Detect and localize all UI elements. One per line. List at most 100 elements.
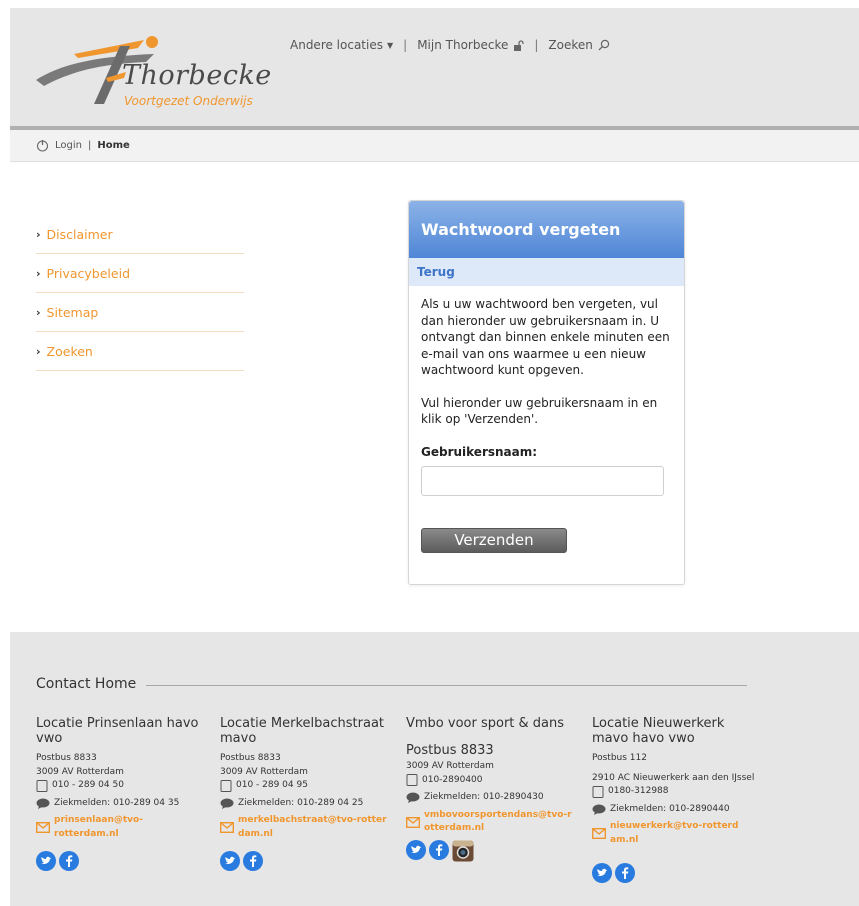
location-sport-dans: Vmbo voor sport & dans Postbus 8833 3009… bbox=[406, 716, 576, 867]
phone-row: 010 - 289 04 50 bbox=[36, 779, 206, 793]
social-links bbox=[220, 851, 390, 877]
unlock-icon bbox=[514, 39, 524, 51]
location-email[interactable]: vmbovoorsportendans@tvo-rotterdam.nl bbox=[424, 809, 576, 836]
phone-icon bbox=[592, 785, 604, 798]
my-thorbecke-label: Mijn Thorbecke bbox=[417, 38, 509, 52]
breadcrumb: Login | Home bbox=[10, 130, 859, 162]
chevron-right-icon: › bbox=[36, 344, 41, 358]
sick-row: Ziekmelden: 010-2890430 bbox=[406, 791, 576, 805]
phone-icon bbox=[36, 779, 48, 792]
location-sick: Ziekmelden: 010-2890430 bbox=[424, 792, 544, 802]
facebook-icon[interactable] bbox=[615, 863, 635, 889]
location-sick: Ziekmelden: 010-289 04 35 bbox=[54, 797, 180, 808]
footer-title: Contact Home bbox=[36, 676, 147, 692]
back-link[interactable]: Terug bbox=[409, 258, 684, 286]
location-name: Locatie Prinsenlaan havo vwo bbox=[36, 716, 199, 746]
location-postbus: Postbus 112 bbox=[592, 753, 647, 763]
side-menu-label: Disclaimer bbox=[46, 226, 113, 242]
location-city: 3009 AV Rotterdam bbox=[220, 766, 308, 777]
panel-body: Als u uw wachtwoord ben vergeten, vul da… bbox=[409, 286, 684, 563]
chevron-right-icon: › bbox=[36, 266, 41, 280]
username-label: Gebruikersnaam: bbox=[421, 444, 538, 459]
panel-title: Wachtwoord vergeten bbox=[409, 201, 684, 258]
email-row: nieuwerkerk@tvo-rotterdam.nl bbox=[592, 820, 742, 847]
side-menu-label: Sitemap bbox=[46, 304, 99, 320]
email-row: merkelbachstraat@tvo-rotterdam.nl bbox=[220, 814, 390, 841]
side-menu: › Disclaimer › Privacybeleid › Sitemap › Zoe… bbox=[36, 215, 244, 371]
forgot-password-panel: Wachtwoord vergeten Terug Als u uw wacht… bbox=[408, 200, 685, 585]
location-phone: 010-2890400 bbox=[422, 774, 483, 785]
sick-row: Ziekmelden: 010-289 04 35 bbox=[36, 797, 206, 811]
chevron-right-icon: › bbox=[36, 227, 41, 241]
twitter-icon[interactable] bbox=[406, 839, 426, 868]
location-city: 2910 AC Nieuwerkerk aan den IJssel bbox=[592, 772, 755, 783]
search-icon bbox=[598, 39, 610, 51]
email-row: prinsenlaan@tvo-rotterdam.nl bbox=[36, 814, 206, 841]
other-locations-dropdown[interactable]: Andere locaties ▼ bbox=[290, 38, 393, 52]
other-locations-label: Andere locaties bbox=[290, 38, 383, 52]
power-icon bbox=[36, 140, 49, 152]
location-prinsenlaan: Locatie Prinsenlaan havo vwo Postbus 883… bbox=[36, 716, 206, 877]
location-name: Locatie Nieuwerkerk mavo havo vwo bbox=[592, 716, 725, 746]
location-city: 3009 AV Rotterdam bbox=[36, 766, 124, 777]
chat-bubble-icon bbox=[592, 804, 606, 815]
intro-text: Als u uw wachtwoord ben vergeten, vul da… bbox=[421, 297, 670, 377]
twitter-icon[interactable] bbox=[36, 851, 56, 877]
side-menu-item-search[interactable]: › Zoeken bbox=[36, 332, 244, 371]
top-navigation: Andere locaties ▼ | Mijn Thorbecke | Zoe… bbox=[290, 38, 610, 52]
username-input[interactable] bbox=[421, 466, 664, 496]
instruction-text: Vul hieronder uw gebruikersnaam in en kl… bbox=[421, 395, 658, 427]
location-postbus: Postbus 8833 bbox=[406, 743, 494, 758]
login-link[interactable]: Login bbox=[55, 140, 82, 151]
site-header: Thorbecke Voortgezet Onderwijs Andere lo… bbox=[10, 8, 859, 130]
site-footer: Contact Home Locatie Prinsenlaan havo vw… bbox=[10, 632, 859, 906]
phone-icon bbox=[220, 779, 232, 792]
logo-tagline: Voortgezet Onderwijs bbox=[124, 94, 253, 108]
mail-icon bbox=[220, 822, 234, 833]
location-name: Locatie Merkelbachstraat mavo bbox=[220, 716, 385, 746]
mail-icon bbox=[406, 816, 420, 828]
twitter-icon[interactable] bbox=[220, 851, 240, 877]
phone-row: 0180-312988 bbox=[592, 785, 792, 799]
caret-down-icon: ▼ bbox=[386, 40, 394, 50]
facebook-icon[interactable] bbox=[243, 851, 263, 877]
chat-bubble-icon bbox=[220, 798, 234, 809]
search-label: Zoeken bbox=[548, 38, 593, 52]
logo-name: Thorbecke bbox=[122, 60, 272, 91]
nav-divider: | bbox=[534, 38, 539, 52]
location-email[interactable]: prinsenlaan@tvo-rotterdam.nl bbox=[54, 814, 206, 841]
twitter-icon[interactable] bbox=[592, 863, 612, 889]
facebook-icon[interactable] bbox=[59, 851, 79, 877]
side-menu-item-disclaimer[interactable]: › Disclaimer bbox=[36, 215, 244, 254]
breadcrumb-home[interactable]: Home bbox=[97, 140, 129, 151]
location-email[interactable]: nieuwerkerk@tvo-rotterdam.nl bbox=[610, 820, 742, 847]
side-menu-label: Zoeken bbox=[46, 343, 93, 359]
location-sick: Ziekmelden: 010-289 04 25 bbox=[238, 797, 364, 808]
my-thorbecke-link[interactable]: Mijn Thorbecke bbox=[417, 38, 524, 52]
phone-icon bbox=[406, 774, 418, 787]
mail-icon bbox=[592, 828, 606, 839]
chevron-right-icon: › bbox=[36, 305, 41, 319]
chat-bubble-icon bbox=[406, 792, 420, 804]
facebook-icon[interactable] bbox=[429, 839, 449, 868]
submit-button[interactable]: Verzenden bbox=[421, 528, 567, 553]
location-sick: Ziekmelden: 010-2890440 bbox=[610, 803, 730, 814]
location-name: Vmbo voor sport & dans bbox=[406, 716, 565, 731]
instagram-icon[interactable] bbox=[452, 840, 474, 868]
sick-row: Ziekmelden: 010-2890440 bbox=[592, 803, 792, 817]
search-link[interactable]: Zoeken bbox=[548, 38, 610, 52]
location-email[interactable]: merkelbachstraat@tvo-rotterdam.nl bbox=[238, 814, 390, 841]
breadcrumb-separator: | bbox=[87, 140, 92, 151]
thorbecke-logo[interactable]: Thorbecke Voortgezet Onderwijs bbox=[34, 32, 271, 112]
social-links bbox=[592, 863, 792, 889]
sick-row: Ziekmelden: 010-289 04 25 bbox=[220, 797, 390, 811]
location-postbus: Postbus 8833 bbox=[36, 753, 97, 763]
nav-divider: | bbox=[403, 38, 408, 52]
side-menu-label: Privacybeleid bbox=[46, 265, 131, 281]
location-city: 3009 AV Rotterdam bbox=[406, 761, 494, 771]
chat-bubble-icon bbox=[36, 798, 50, 809]
mail-icon bbox=[36, 822, 50, 833]
side-menu-item-sitemap[interactable]: › Sitemap bbox=[36, 293, 244, 332]
side-menu-item-privacy[interactable]: › Privacybeleid bbox=[36, 254, 244, 293]
social-links bbox=[406, 839, 576, 868]
